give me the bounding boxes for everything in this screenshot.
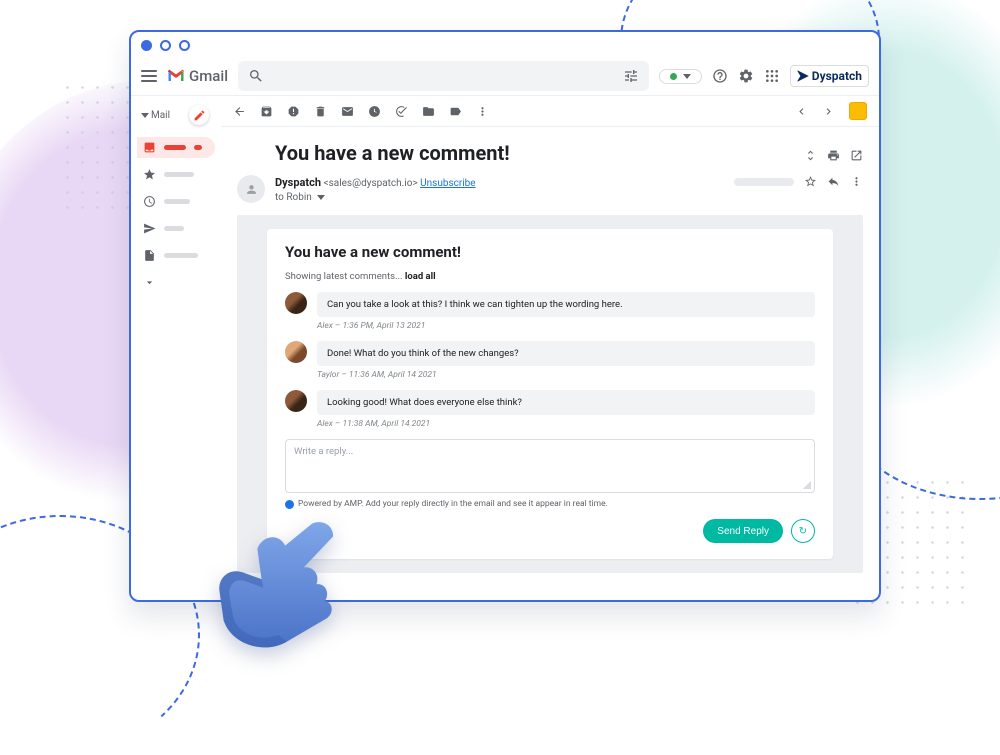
date-placeholder — [734, 178, 794, 186]
compose-button[interactable] — [189, 105, 209, 125]
comment-text: Looking good! What does everyone else th… — [317, 390, 815, 415]
move-icon[interactable] — [422, 105, 435, 118]
reply-input[interactable]: Write a reply... — [285, 439, 815, 493]
sender-row: Dyspatch <sales@dyspatch.io> Unsubscribe… — [237, 175, 863, 205]
prev-icon[interactable] — [795, 105, 808, 118]
search-input[interactable] — [238, 61, 649, 91]
next-icon[interactable] — [822, 105, 835, 118]
comment-item: Can you take a look at this? I think we … — [285, 292, 815, 317]
sidebar-section-mail[interactable]: Mail — [141, 110, 170, 121]
sidebar-item-snoozed[interactable] — [137, 191, 215, 212]
snooze-icon[interactable] — [368, 105, 381, 118]
send-reply-button[interactable]: Send Reply — [703, 519, 783, 543]
gmail-text: Gmail — [189, 67, 228, 85]
sender-name: Dyspatch — [275, 176, 321, 189]
dyspatch-logo-icon — [797, 70, 809, 82]
load-all-link[interactable]: load all — [405, 271, 436, 282]
open-new-icon[interactable] — [850, 149, 863, 162]
sidebar-item-inbox[interactable] — [137, 137, 215, 158]
star-icon[interactable] — [804, 175, 817, 188]
window-controls — [131, 32, 879, 57]
sidebar-item-starred[interactable] — [137, 164, 215, 185]
window-dot-filled — [141, 40, 152, 51]
delete-icon[interactable] — [314, 105, 327, 118]
label-icon[interactable] — [449, 105, 462, 118]
recipient-caret-icon[interactable] — [317, 195, 325, 200]
add-task-icon[interactable] — [395, 105, 408, 118]
sidebar-item-more[interactable] — [137, 272, 215, 293]
apps-grid-icon[interactable] — [764, 68, 780, 84]
pointer-hand-illustration — [185, 490, 355, 650]
caret-down-icon — [683, 74, 691, 79]
recipient-line: to Robin — [275, 192, 312, 203]
comment-meta: Alex – 11:38 AM, April 14 2021 — [317, 419, 815, 429]
comment-avatar — [285, 341, 307, 363]
mark-unread-icon[interactable] — [341, 105, 354, 118]
comment-text: Can you take a look at this? I think we … — [317, 292, 815, 317]
settings-icon[interactable] — [738, 68, 754, 84]
status-pill[interactable] — [659, 69, 702, 84]
gmail-m-icon — [167, 69, 185, 83]
more-vert-icon[interactable] — [850, 175, 863, 188]
sender-email: <sales@dyspatch.io> — [324, 178, 418, 189]
dyspatch-brand-text: Dyspatch — [812, 69, 862, 83]
sidebar-item-drafts[interactable] — [137, 245, 215, 266]
back-icon[interactable] — [233, 105, 246, 118]
window-dot-outline — [160, 40, 171, 51]
comment-item: Looking good! What does everyone else th… — [285, 390, 815, 415]
expand-icon[interactable] — [804, 149, 817, 162]
presence-dot-icon — [670, 73, 677, 80]
comment-avatar — [285, 292, 307, 314]
comment-meta: Alex – 1:36 PM, April 13 2021 — [317, 321, 815, 331]
menu-icon[interactable] — [141, 70, 157, 82]
search-icon — [248, 68, 264, 84]
widget-subtitle: Showing latest comments... load all — [285, 271, 815, 282]
amp-note: Powered by AMP. Add your reply directly … — [285, 499, 815, 509]
gmail-header: Gmail Dyspatch — [131, 57, 879, 96]
keep-icon[interactable] — [849, 102, 867, 120]
sender-avatar — [237, 175, 265, 203]
refresh-button[interactable]: ↻ — [791, 519, 815, 543]
print-icon[interactable] — [827, 149, 840, 162]
help-icon[interactable] — [712, 68, 728, 84]
unsubscribe-link[interactable]: Unsubscribe — [420, 178, 475, 189]
comment-item: Done! What do you think of the new chang… — [285, 341, 815, 366]
gmail-logo[interactable]: Gmail — [167, 67, 228, 85]
more-icon[interactable] — [476, 105, 489, 118]
reply-icon[interactable] — [827, 175, 840, 188]
comment-text: Done! What do you think of the new chang… — [317, 341, 815, 366]
archive-icon[interactable] — [260, 105, 273, 118]
comment-avatar — [285, 390, 307, 412]
dyspatch-brand-badge[interactable]: Dyspatch — [790, 65, 869, 87]
window-dot-outline — [179, 40, 190, 51]
mail-subject: You have a new comment! — [275, 141, 510, 165]
reply-placeholder: Write a reply... — [294, 446, 353, 457]
mail-toolbar — [221, 96, 879, 127]
tune-icon[interactable] — [623, 68, 639, 84]
spam-icon[interactable] — [287, 105, 300, 118]
sidebar-item-sent[interactable] — [137, 218, 215, 239]
widget-title: You have a new comment! — [285, 243, 815, 261]
comment-meta: Taylor – 11:36 AM, April 14 2021 — [317, 370, 815, 380]
